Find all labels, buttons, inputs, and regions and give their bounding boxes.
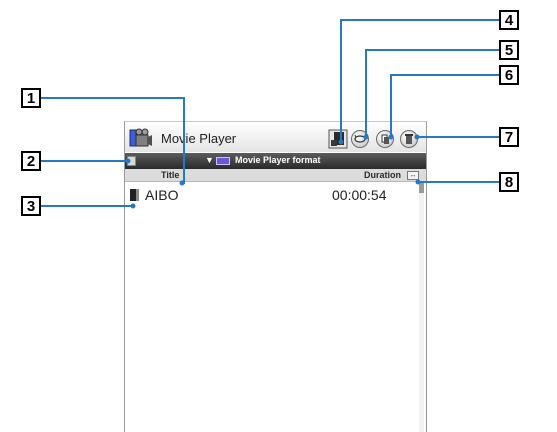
memory-card-icon[interactable] (127, 156, 136, 166)
callout-8: 8 (499, 172, 519, 192)
delete-icon[interactable] (400, 130, 418, 148)
folder-label[interactable]: Movie Player format (235, 155, 321, 165)
callout-1: 1 (21, 88, 41, 108)
dropdown-arrow-icon[interactable]: ▼ (205, 155, 214, 165)
callout-5: 5 (499, 40, 519, 60)
folder-bar[interactable]: ▼ Movie Player format (125, 153, 426, 169)
scrollbar[interactable] (419, 183, 424, 432)
device-screen: Movie Player ▼ Movie Player format Title… (124, 121, 427, 432)
movie-file-icon (130, 189, 139, 201)
item-title: AIBO (145, 187, 179, 203)
play-mode-icon[interactable] (351, 130, 369, 148)
callout-6: 6 (499, 65, 519, 85)
sort-icon[interactable]: ↔ (407, 171, 419, 180)
folder-icon (216, 157, 230, 165)
callout-4: 4 (499, 10, 519, 30)
callout-2: 2 (21, 151, 41, 171)
copy-icon[interactable] (376, 130, 394, 148)
list-item[interactable]: AIBO 00:00:54 (125, 186, 417, 204)
memory-stick-icon[interactable] (328, 129, 348, 149)
item-duration: 00:00:54 (332, 187, 387, 203)
scroll-thumb[interactable] (419, 183, 424, 193)
column-title[interactable]: Title (161, 170, 179, 180)
column-header: Title Duration ↔ (125, 169, 426, 182)
callout-3: 3 (21, 196, 41, 216)
movie-player-icon[interactable] (129, 128, 153, 148)
app-title: Movie Player (161, 131, 237, 146)
title-bar: Movie Player (125, 122, 426, 152)
callout-7: 7 (499, 127, 519, 147)
column-duration[interactable]: Duration (364, 170, 401, 180)
